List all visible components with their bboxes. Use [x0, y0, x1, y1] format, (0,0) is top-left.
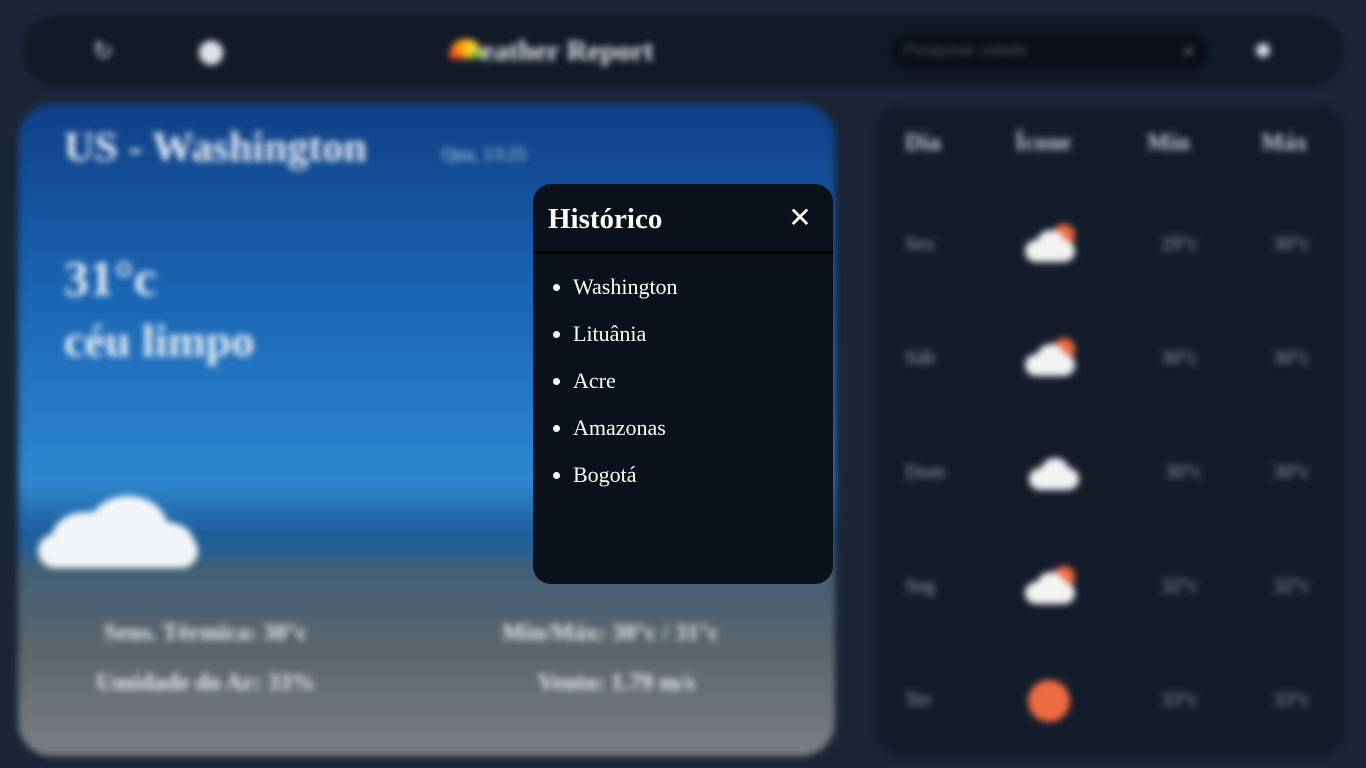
- forecast-min: 29°c: [1161, 233, 1198, 255]
- forecast-day: Sáb: [905, 347, 935, 369]
- current-datetime: Qua, 13:25: [442, 144, 527, 165]
- modal-divider: [533, 251, 833, 254]
- close-icon[interactable]: ✕: [785, 200, 815, 236]
- forecast-min: 30°c: [1161, 347, 1198, 369]
- feels-like: Sens. Térmica: 30°c: [104, 620, 308, 646]
- settings-icon[interactable]: ✹: [1248, 36, 1278, 66]
- forecast-max: 32°c: [1273, 575, 1310, 597]
- partly-cloudy-icon: [1021, 338, 1081, 382]
- forecast-day: Dom: [905, 461, 945, 483]
- top-bar: ↻ ⬤ eather Report Pesquisar cidade ⌕ ✹: [22, 16, 1344, 86]
- sunny-icon: [1028, 680, 1070, 722]
- current-condition: céu limpo: [64, 315, 255, 366]
- app-title: eather Report: [449, 33, 709, 69]
- forecast-header-day: Dia: [905, 130, 941, 156]
- search-input[interactable]: Pesquisar cidade ⌕: [890, 34, 1208, 70]
- forecast-table: Dia Ícone Mín Máx Sex 29°c 30°c Sáb 30°c…: [875, 106, 1345, 756]
- history-item[interactable]: Washington: [573, 272, 678, 319]
- search-placeholder: Pesquisar cidade: [904, 42, 1027, 59]
- theme-toggle-icon[interactable]: ↻: [88, 36, 118, 66]
- forecast-max: 30°c: [1273, 347, 1310, 369]
- history-modal: Histórico ✕ Washington Lituânia Acre Ama…: [533, 184, 833, 584]
- forecast-day: Seg: [905, 575, 935, 597]
- forecast-day: Sex: [905, 233, 935, 255]
- current-temperature: 31°c: [64, 250, 157, 306]
- forecast-header-min: Mín: [1147, 130, 1190, 156]
- forecast-min: 33°c: [1161, 689, 1198, 711]
- wind-speed: Vento: 1.79 m/s: [538, 670, 696, 696]
- location-pin-icon[interactable]: ⬤: [196, 36, 226, 66]
- forecast-max: 30°c: [1273, 233, 1310, 255]
- forecast-min: 32°c: [1161, 575, 1198, 597]
- history-item[interactable]: Amazonas: [573, 413, 678, 460]
- modal-title: Histórico: [548, 203, 663, 235]
- history-item[interactable]: Lituânia: [573, 319, 678, 366]
- city-name: US - Washington: [64, 125, 367, 171]
- cloudy-icon: [1025, 452, 1085, 496]
- rainbow-icon: [449, 39, 483, 59]
- forecast-min: 30°c: [1165, 461, 1202, 483]
- partly-cloudy-icon: [1021, 566, 1081, 610]
- cloud-image: [38, 534, 198, 568]
- sea-image: [18, 559, 835, 756]
- partly-cloudy-icon: [1021, 224, 1081, 268]
- search-icon[interactable]: ⌕: [1184, 40, 1194, 61]
- forecast-max: 33°c: [1273, 689, 1310, 711]
- history-item[interactable]: Bogotá: [573, 460, 678, 507]
- forecast-max: 30°c: [1273, 461, 1310, 483]
- history-item[interactable]: Acre: [573, 366, 678, 413]
- history-list: Washington Lituânia Acre Amazonas Bogotá: [533, 272, 678, 507]
- min-max: Min/Máx: 30°c / 31°c: [502, 620, 720, 646]
- app-title-text: eather Report: [481, 35, 654, 67]
- forecast-header-max: Máx: [1261, 130, 1308, 156]
- forecast-day: Ter: [905, 689, 932, 711]
- forecast-header-icon: Ícone: [1015, 130, 1071, 156]
- humidity: Umidade do Ar: 33%: [96, 670, 316, 696]
